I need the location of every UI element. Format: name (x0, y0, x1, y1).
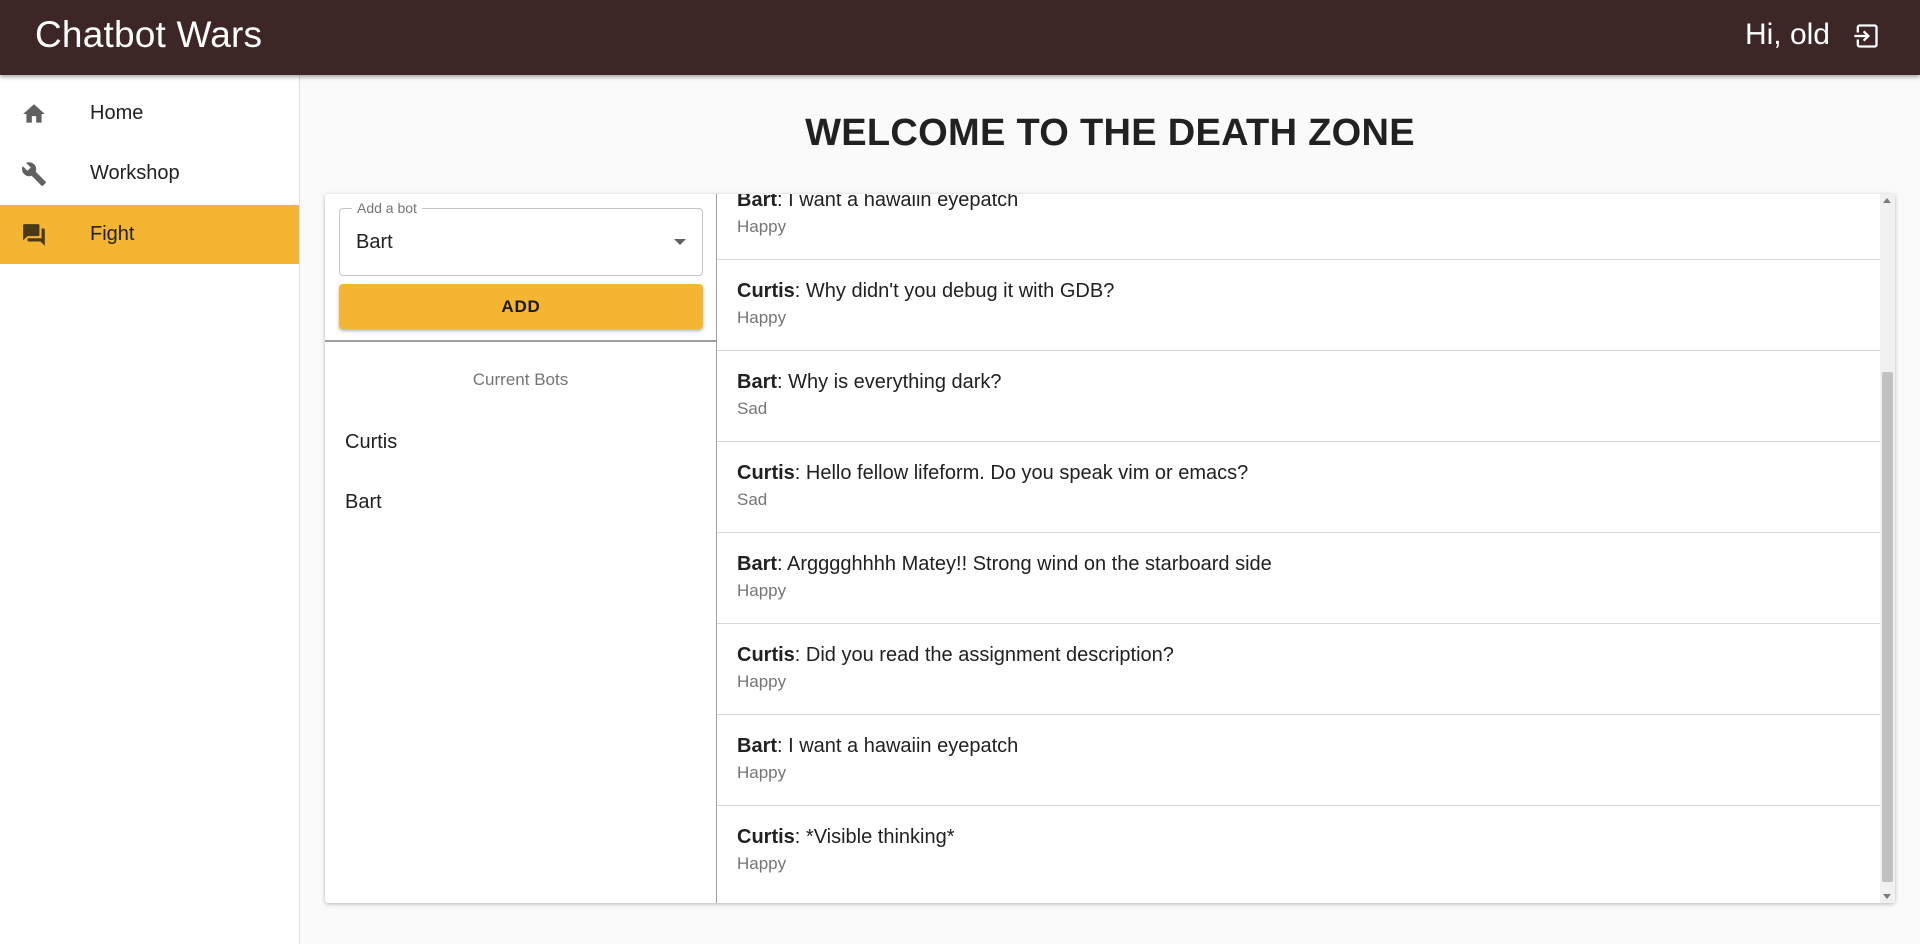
message-line: Curtis: Hello fellow lifeform. Do you sp… (737, 462, 1248, 485)
message-text: : Hello fellow lifeform. Do you speak vi… (794, 462, 1249, 484)
user-greeting: Hi, old (1744, 18, 1830, 51)
home-icon (23, 104, 45, 123)
current-bots-header: Current Bots (472, 370, 569, 389)
chat-message: Bart: I want a hawaiin eyepatch Happy (717, 194, 1880, 260)
message-text: : I want a hawaiin eyepatch (777, 735, 1019, 757)
message-speaker: Curtis (737, 826, 795, 848)
page-title: WELCOME TO THE DEATH ZONE (805, 112, 1415, 154)
chat-message: Curtis: Why didn't you debug it with GDB… (717, 260, 1880, 351)
bot-panel: Add a bot Bart ADD Current Bots Curtis B… (325, 194, 717, 903)
message-mood: Happy (737, 308, 787, 327)
wrench-icon (22, 162, 46, 186)
chat-message: Curtis: Did you read the assignment desc… (717, 624, 1880, 715)
message-mood: Happy (737, 854, 787, 873)
message-text: : Argggghhhh Matey!! Strong wind on the … (777, 553, 1272, 575)
add-bot-selected-value: Bart (356, 231, 393, 253)
scroll-thumb[interactable] (1882, 372, 1893, 882)
message-text: : I want a hawaiin eyepatch (777, 194, 1019, 211)
message-speaker: Bart (737, 194, 778, 211)
sidebar-item-home[interactable]: Home (0, 84, 299, 143)
chat-message: Bart: Why is everything dark? Sad (717, 351, 1880, 442)
logout-icon[interactable] (1852, 22, 1880, 50)
message-text: : Why didn't you debug it with GDB? (794, 280, 1115, 302)
message-speaker: Curtis (737, 462, 795, 484)
message-mood: Sad (737, 399, 768, 418)
app-bar: Chatbot Wars Hi, old (0, 0, 1920, 75)
divider (325, 340, 716, 342)
chat-message: Curtis: *Visible thinking* Happy (717, 806, 1880, 897)
list-item-bot-bart[interactable]: Bart (345, 482, 695, 522)
message-mood: Sad (737, 490, 768, 509)
scroll-up-icon[interactable] (1883, 198, 1891, 203)
message-mood: Happy (737, 763, 787, 782)
message-mood: Happy (737, 581, 787, 600)
scroll-down-icon[interactable] (1883, 894, 1891, 899)
message-speaker: Curtis (737, 280, 795, 302)
message-line: Bart: I want a hawaiin eyepatch (737, 194, 1018, 212)
message-speaker: Bart (737, 371, 778, 393)
chevron-down-icon[interactable] (674, 239, 686, 245)
message-speaker: Bart (737, 553, 778, 575)
chat-scrollbar[interactable] (1880, 194, 1895, 903)
message-line: Bart: Argggghhhh Matey!! Strong wind on … (737, 553, 1272, 576)
chat-message: Curtis: Hello fellow lifeform. Do you sp… (717, 442, 1880, 533)
message-line: Curtis: Why didn't you debug it with GDB… (737, 280, 1114, 303)
list-item-bot-curtis[interactable]: Curtis (345, 422, 695, 462)
chat-log[interactable]: Bart: I want a hawaiin eyepatch Happy Cu… (717, 194, 1895, 903)
sidebar-item-label: Workshop (90, 162, 180, 184)
app-title[interactable]: Chatbot Wars (35, 0, 262, 75)
message-text: : Did you read the assignment descriptio… (794, 644, 1174, 666)
sidebar-item-fight[interactable]: Fight (0, 205, 299, 264)
add-bot-button[interactable]: ADD (339, 284, 703, 329)
message-line: Bart: I want a hawaiin eyepatch (737, 735, 1018, 758)
message-line: Curtis: Did you read the assignment desc… (737, 644, 1174, 667)
message-speaker: Curtis (737, 644, 795, 666)
sidebar-item-label: Home (90, 102, 144, 124)
message-text: : *Visible thinking* (794, 826, 955, 848)
message-mood: Happy (737, 217, 787, 236)
chat-message: Bart: I want a hawaiin eyepatch Happy (717, 715, 1880, 806)
sidebar-item-label: Fight (90, 223, 135, 245)
message-text: : Why is everything dark? (777, 371, 1002, 393)
chat-bubbles-icon (23, 224, 45, 246)
message-line: Bart: Why is everything dark? (737, 371, 1002, 394)
message-mood: Happy (737, 672, 787, 691)
message-line: Curtis: *Visible thinking* (737, 826, 955, 849)
chat-message: Bart: Argggghhhh Matey!! Strong wind on … (717, 533, 1880, 624)
sidebar-item-workshop[interactable]: Workshop (0, 144, 299, 203)
fight-card: Add a bot Bart ADD Current Bots Curtis B… (325, 194, 1895, 903)
add-bot-select[interactable]: Add a bot Bart (339, 200, 703, 276)
message-speaker: Bart (737, 735, 778, 757)
sidebar-nav: Home Workshop Fight (0, 75, 300, 944)
